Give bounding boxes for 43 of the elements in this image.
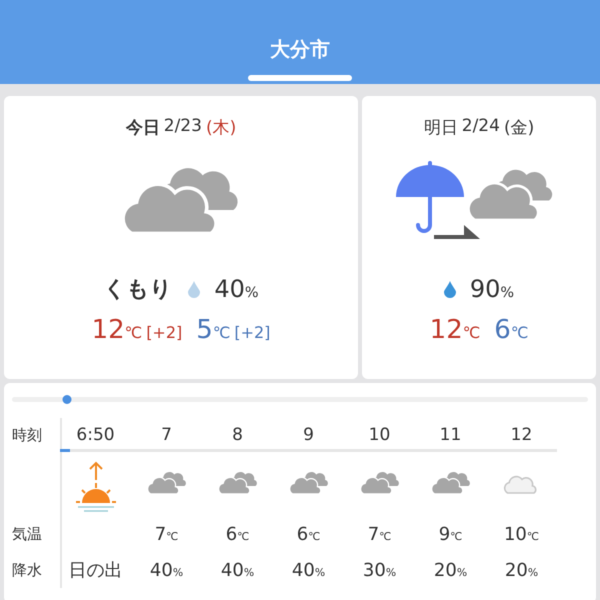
weekday-label: (木) bbox=[206, 117, 236, 139]
high-temp: 12℃ bbox=[430, 315, 480, 345]
low-temp: 5℃ bbox=[196, 315, 230, 345]
hour-precip: 40% bbox=[150, 560, 184, 580]
slider-thumb[interactable] bbox=[62, 395, 72, 404]
hour-label: 11 bbox=[440, 425, 462, 445]
high-temp: 12℃ bbox=[92, 315, 142, 345]
date-label: 2/23 bbox=[164, 116, 202, 138]
low-temp: 6℃ bbox=[494, 315, 528, 345]
hour-temp: 9℃ bbox=[438, 524, 462, 544]
weather-condition: くもり bbox=[103, 276, 172, 304]
precip-chance: 40% bbox=[214, 275, 259, 303]
hour-temp: 6℃ bbox=[296, 524, 320, 544]
date-label: 2/24 bbox=[462, 116, 500, 138]
hour-label: 8 bbox=[232, 425, 243, 445]
row-label: 時刻 bbox=[12, 424, 43, 446]
hour-label: 10 bbox=[368, 425, 390, 445]
hour-label: 9 bbox=[303, 425, 314, 445]
precip-chance: 90% bbox=[470, 275, 514, 303]
hour-label: 6:50 bbox=[76, 425, 115, 445]
day-label: 明日 bbox=[424, 117, 458, 139]
hour-temp: 7℃ bbox=[368, 524, 392, 544]
weekday-label: (金) bbox=[504, 117, 534, 139]
timeline-slider[interactable] bbox=[12, 397, 588, 402]
high-temp-diff: [+2] bbox=[146, 323, 182, 342]
hour-temp: 10℃ bbox=[504, 524, 540, 544]
row-label: 気温 bbox=[12, 524, 43, 544]
hour-temp: 6℃ bbox=[226, 524, 250, 544]
hour-precip: 40% bbox=[220, 560, 254, 580]
hour-precip: 20% bbox=[504, 560, 538, 580]
row-label: 降水 bbox=[12, 560, 43, 580]
hour-label: 7 bbox=[161, 425, 172, 445]
day-forecast-card[interactable]: 明日 2/24 (金) 90% 12℃ 6℃ bbox=[362, 96, 596, 379]
hour-precip: 20% bbox=[434, 560, 468, 580]
hour-label: 12 bbox=[510, 425, 532, 445]
hour-temp: 7℃ bbox=[154, 524, 178, 544]
day-forecast-card[interactable]: 今日 2/23 (木) くもり 40% 12℃ [+2] 5℃ [+2] bbox=[4, 96, 358, 379]
hour-precip: 30% bbox=[362, 560, 396, 580]
city-title: 大分市 bbox=[270, 36, 330, 63]
hour-precip: 日の出 bbox=[68, 559, 122, 582]
day-label: 今日 bbox=[126, 117, 160, 139]
low-temp-diff: [+2] bbox=[234, 323, 270, 342]
hour-precip: 40% bbox=[292, 560, 326, 580]
